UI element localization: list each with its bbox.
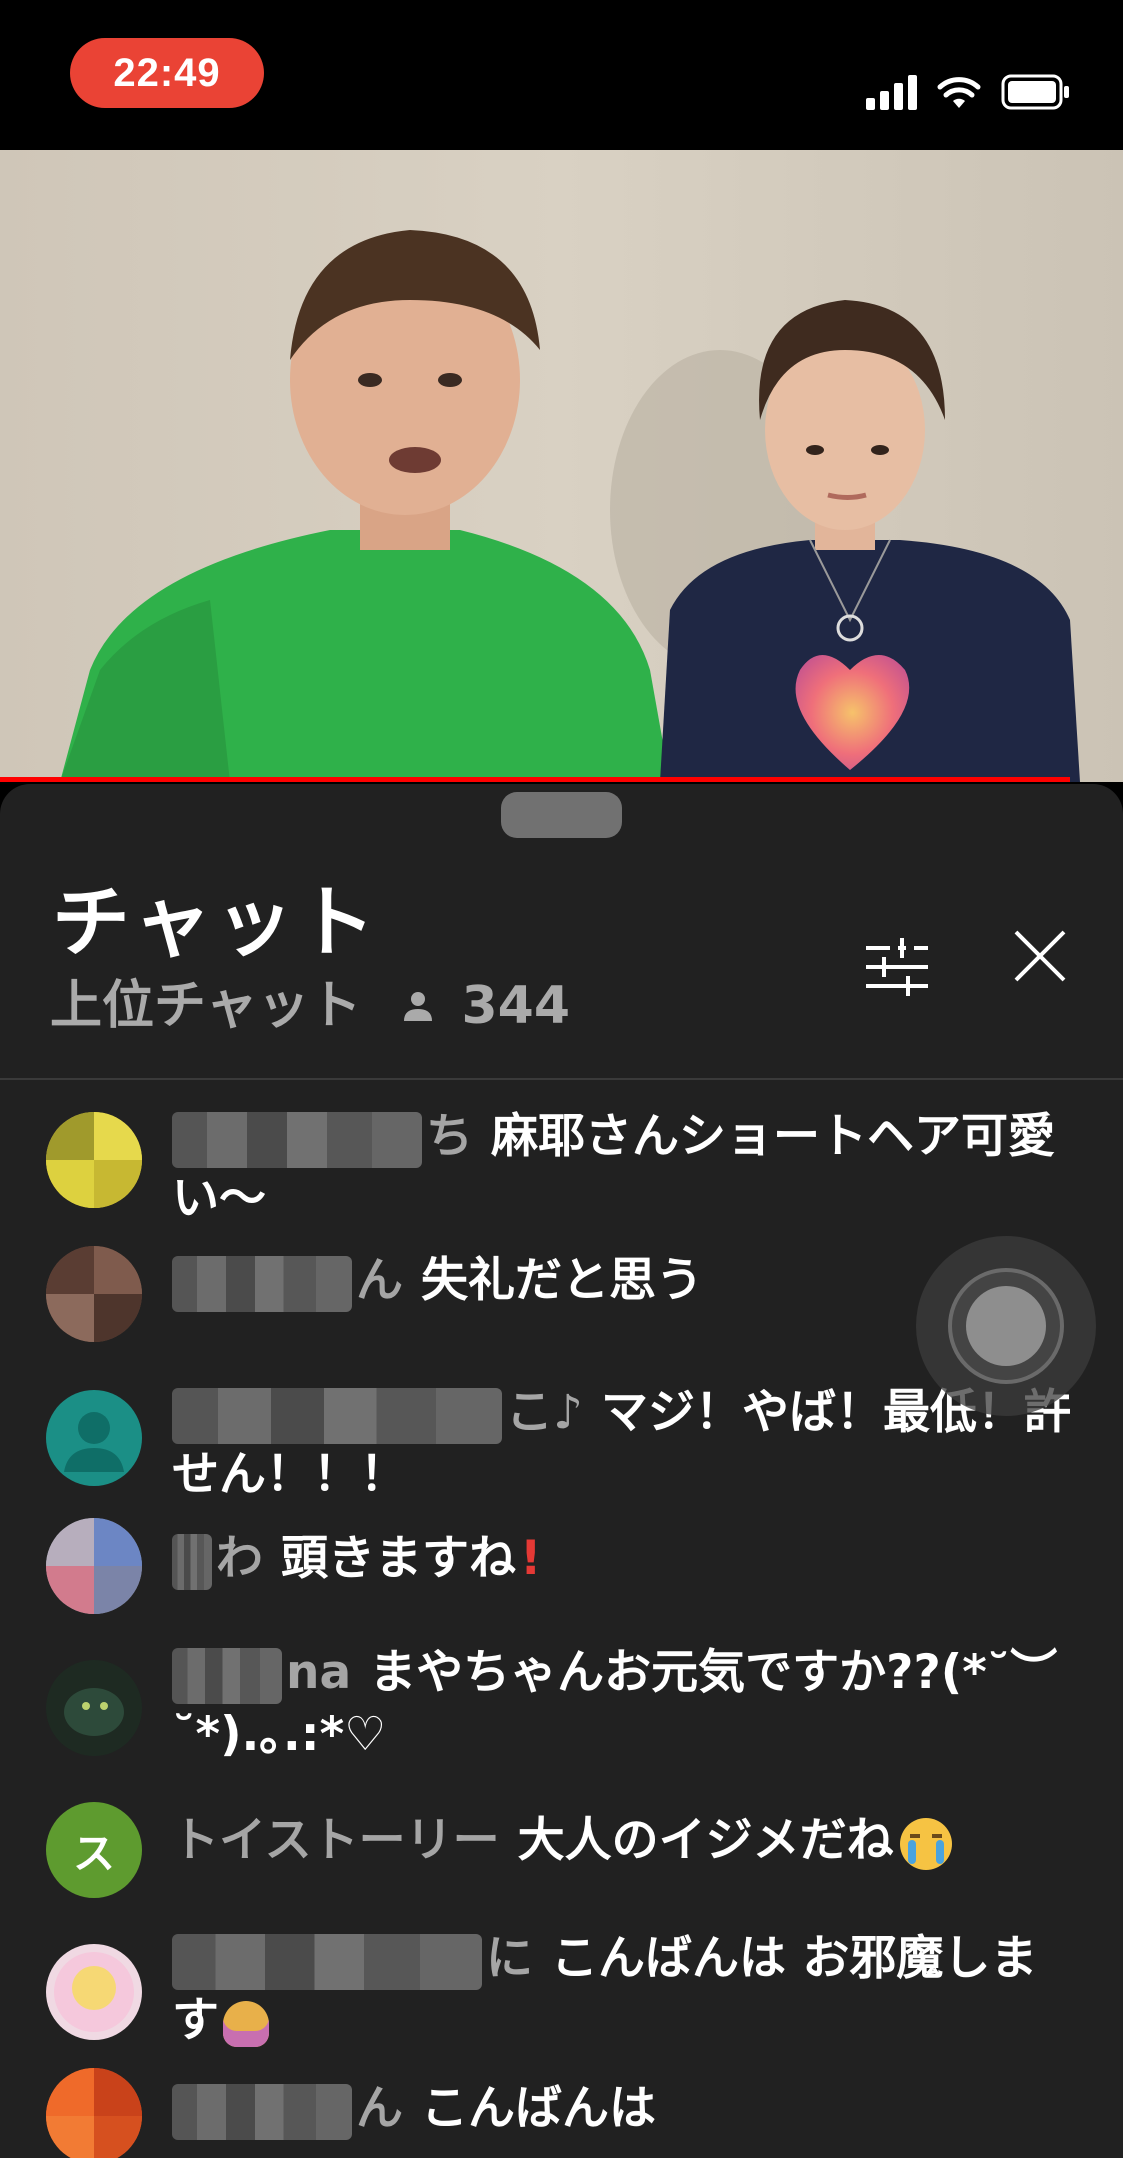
message-author[interactable]: na	[172, 1645, 351, 1704]
sliders-icon	[866, 938, 928, 996]
status-time: 22:49	[70, 38, 264, 108]
cellular-signal-icon	[866, 74, 917, 110]
message-author[interactable]: こ♪	[172, 1385, 583, 1444]
avatar	[46, 1944, 142, 2040]
message-author[interactable]: ん	[172, 1253, 403, 1312]
message-author[interactable]: ん	[172, 2081, 403, 2140]
chat-message[interactable]: にこんばんは お邪魔します	[0, 1898, 1123, 2048]
video-player[interactable]	[0, 150, 1123, 782]
message-text: こんばんは	[421, 2081, 656, 2136]
chat-mode-label: 上位チャット	[50, 976, 362, 1036]
chat-filter-button[interactable]	[862, 932, 932, 1002]
crying-face-emoji	[899, 1817, 952, 1870]
avatar	[46, 1660, 142, 1756]
message-author[interactable]: ち	[172, 1109, 473, 1168]
avatar	[46, 1390, 142, 1486]
avatar	[46, 1518, 142, 1614]
header-divider	[0, 1078, 1123, 1080]
exclamation-emoji: !	[520, 1531, 542, 1586]
chat-message[interactable]: んこんばんは	[0, 2048, 1123, 2158]
battery-icon	[1001, 74, 1069, 110]
wifi-icon	[937, 77, 981, 108]
person-bowing-emoji	[223, 2000, 269, 2047]
chat-mode-selector[interactable]: 上位チャット 344	[50, 980, 570, 1032]
message-text: 頭きますね	[281, 1531, 516, 1586]
chat-message[interactable]: わ頭きますね!	[0, 1498, 1123, 1618]
chat-message[interactable]: na まやちゃんお元気ですか??(*˘︶˘*).｡.:*♡	[0, 1618, 1123, 1788]
close-chat-button[interactable]	[1012, 928, 1068, 984]
avatar	[46, 2068, 142, 2158]
chat-title: チャット	[52, 878, 380, 968]
message-text: 大人のイジメだね	[517, 1813, 894, 1868]
avatar	[46, 1246, 142, 1342]
status-icons	[866, 66, 1071, 110]
chat-message[interactable]: ス トイストーリー 大人のイジメだね	[0, 1788, 1123, 1898]
person-icon	[401, 980, 435, 1032]
video-frame	[0, 150, 1123, 782]
message-author[interactable]: に	[172, 1931, 533, 1990]
message-author[interactable]: わ	[172, 1531, 263, 1590]
video-progress-bar	[0, 777, 1070, 782]
avatar: ス	[46, 1802, 142, 1898]
avatar	[46, 1112, 142, 1208]
message-author[interactable]: トイストーリー	[172, 1813, 500, 1868]
chat-panel: チャット 上位チャット 344 ち 麻耶さんショートヘア可愛い〜 ん 失礼だと思…	[0, 784, 1123, 2158]
message-text: 失礼だと思う	[421, 1253, 703, 1308]
drag-handle[interactable]	[501, 792, 622, 838]
status-bar: 22:49	[0, 0, 1123, 150]
floating-action-button[interactable]	[916, 1236, 1096, 1416]
viewer-count: 344	[461, 976, 571, 1036]
chat-message[interactable]: ち麻耶さんショートヘア可愛い〜	[0, 1088, 1123, 1228]
close-icon	[1014, 930, 1066, 982]
